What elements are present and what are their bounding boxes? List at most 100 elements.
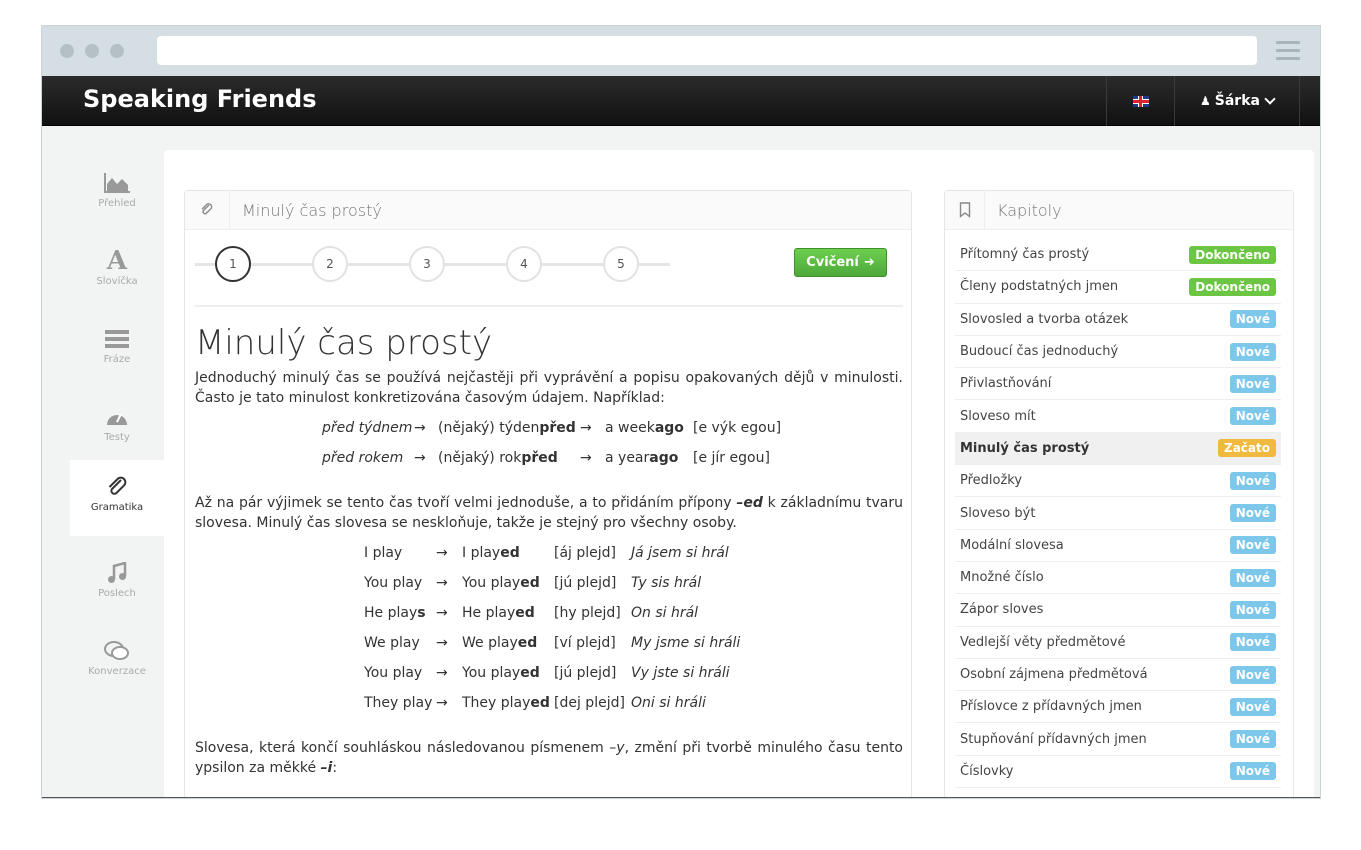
chapter-label: Osobní zájmena předmětová [960,667,1148,682]
text: ago [654,420,684,436]
base-form: You play [364,573,436,593]
sidebar-item-gramatika[interactable]: Gramatika [70,460,164,536]
conjugation-row: He plays → He played [hy plejd] On si hrál [195,598,903,628]
status-badge: Dokončeno [1189,245,1276,264]
sidebar-item-fráze[interactable]: Fráze [70,312,164,388]
brand-logo[interactable]: Speaking Friends [83,85,317,113]
font-icon: A [106,246,128,276]
status-badge: Nové [1229,568,1276,587]
sidebar-item-konverzace[interactable]: Konverzace [70,624,164,700]
base-form: You play [364,663,436,683]
text: I play [364,545,403,561]
sidebar-item-přehled[interactable]: Přehled [70,156,164,232]
chapter-label: Sloveso být [960,505,1036,521]
arrow: → [436,605,448,621]
chapter-item[interactable]: Množné číslo Nové [955,562,1281,595]
browser-window: Speaking Friends ♟ Šárka Přehled A Slovíčk… [41,25,1321,799]
chapter-item[interactable]: Modální slovesa Nové [955,530,1281,562]
status-badge: Nové [1229,633,1276,652]
step-4[interactable]: 4 [506,246,542,282]
step-3[interactable]: 3 [409,246,445,282]
comments-icon [70,636,164,666]
past-form: I played [462,543,554,563]
window-dot[interactable] [85,44,99,58]
status-badge: Nové [1229,374,1276,393]
list-icon [70,324,164,354]
chapter-item[interactable]: Číslovky Nové [955,756,1281,789]
lesson-panel-title: Minulý čas prostý [242,201,382,220]
window-dot[interactable] [110,44,124,58]
step-5[interactable]: 5 [603,246,639,282]
url-bar[interactable] [157,36,1257,65]
text: ed [517,635,538,651]
chapter-item[interactable]: Osobní zájmena předmětová Nové [955,659,1281,692]
chapter-item[interactable]: Předložky Nové [955,465,1281,498]
language-switch[interactable] [1106,76,1174,126]
sidebar-item-label: Konverzace [88,666,146,677]
text: ed [520,665,540,681]
chapter-item[interactable]: Členy podstatných jmen Dokončeno [955,271,1281,304]
conjugation-row: You play → You played [jú plejd] Ty sis hrál [195,568,903,598]
base-form: He plays [364,603,436,623]
window-dot[interactable] [60,44,74,58]
chapter-item[interactable]: Vedlejší věty předmětové Nové [955,627,1281,659]
hamburger-menu-icon[interactable] [1276,41,1300,65]
text: před [521,450,558,466]
step-2[interactable]: 2 [312,246,348,282]
sidebar-item-poslech[interactable]: Poslech [70,546,164,622]
conjugation-row: We play → We played [ví plejd] My jsme si hr… [195,628,903,658]
sidebar-item-slovíčka[interactable]: A Slovíčka [70,234,164,310]
text: We play [462,635,518,651]
chapter-item[interactable]: Stupňování přídavných jmen Nové [955,723,1281,756]
chapter-label: Zápor sloves [960,602,1044,618]
step-1[interactable]: 1 [215,246,251,282]
past-form: You played [462,663,554,683]
sidebar-item-label: Testy [104,432,130,443]
status-badge: Začato [1218,439,1276,458]
conjugation-row: You play → You played [jú plejd] Vy jste si … [195,658,903,688]
example-cz: před týdnem [322,420,413,436]
chapters-title: Kapitoly [997,201,1062,220]
exercise-button[interactable]: Cvičení ➜ [794,248,887,277]
chapter-label: Přítomný čas prostý [960,247,1090,263]
past-form: They played [462,693,554,713]
status-badge: Nové [1229,600,1276,619]
chapter-label: Přivlastňování [960,376,1052,392]
user-name: Šárka [1214,93,1260,109]
music-icon [70,558,164,588]
text: (nějaký) týden [438,420,540,436]
chapter-item[interactable]: Sloveso mít Nové [955,400,1281,433]
chapter-item[interactable]: Slovosled a tvorba otázek Nové [955,304,1281,336]
user-icon: ♟ [1200,94,1211,108]
text: They play [364,695,433,711]
conjugation-table: I play → I played [áj plejd] Já jsem si hrál… [195,538,903,718]
text: ed [530,695,550,711]
chapter-item[interactable]: Zápor sloves Nové [955,594,1281,627]
chapter-item[interactable]: Přivlastňování Nové [955,368,1281,401]
conjugation-row: They play → They played [dej plejd] Oni si h… [195,688,903,718]
dashboard-icon [70,402,164,432]
chapter-item[interactable]: Budoucí čas jednoduchý Nové [955,336,1281,369]
bookmark-icon [945,191,985,229]
arrow: → [414,420,426,436]
chapter-label: Předložky [960,473,1023,489]
text: He play [364,605,418,621]
user-menu[interactable]: ♟ Šárka [1174,76,1300,126]
text: We play [364,635,420,651]
example-en: a year ago [605,448,693,468]
chapter-label: Sloveso mít [960,408,1036,424]
lesson-paragraph: Až na pár výjimek se tento čas tvoří vel… [195,495,903,531]
sidebar-item-testy[interactable]: Testy [70,390,164,466]
arrow-right-icon: ➜ [863,255,875,270]
text: I play [462,545,501,561]
chapter-item[interactable]: Sloveso být Nové [955,497,1281,530]
chapter-item[interactable]: Přítomný čas prostý Dokončeno [955,239,1281,272]
arrow: → [436,665,448,681]
past-form: You played [462,573,554,593]
arrow: → [436,635,448,651]
base-form: They play [364,693,436,713]
chapter-item[interactable]: Minulý čas prostý Začato [955,432,1281,466]
conjugation-row: I play → I played [áj plejd] Já jsem si hrál [195,538,903,568]
chapter-item[interactable]: Příslovce z přídavných jmen Nové [955,691,1281,724]
translation: My jsme si hráli [631,635,741,651]
